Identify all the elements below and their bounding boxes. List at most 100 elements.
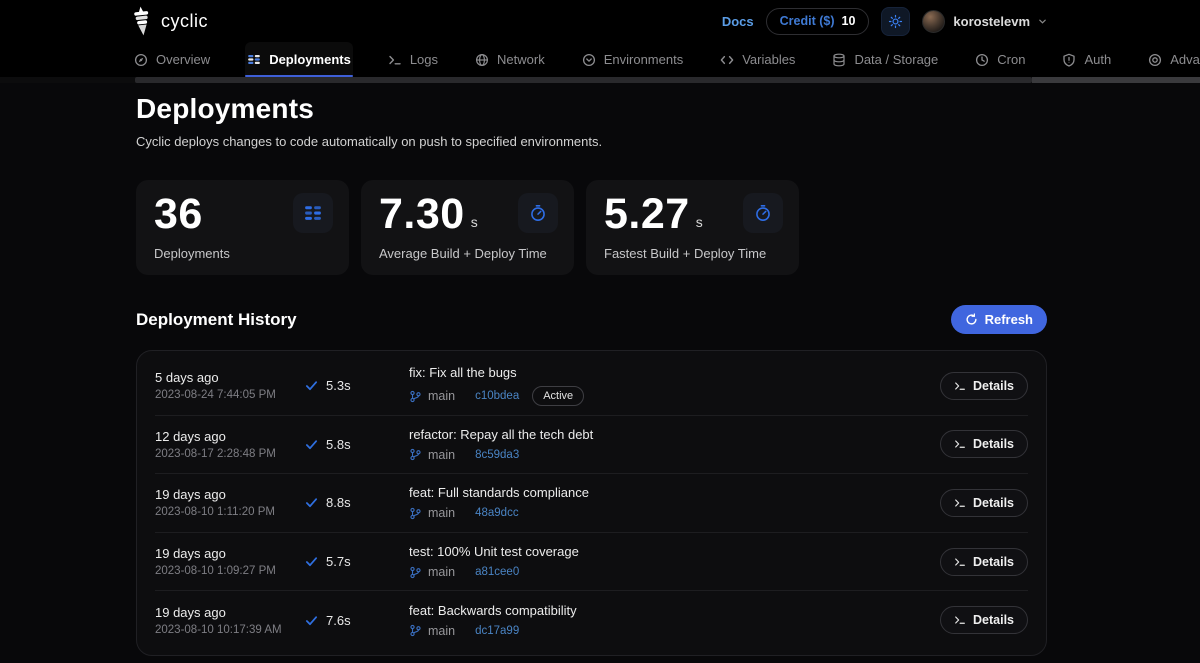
commit-meta: main 8c59da3 — [409, 448, 928, 462]
commit-meta: main 48a9dcc — [409, 506, 928, 520]
deployment-commit-cell: fix: Fix all the bugs main c10bdea Activ… — [409, 365, 928, 406]
details-button[interactable]: Details — [940, 489, 1028, 517]
commit-meta: main a81cee0 — [409, 565, 928, 579]
tab-environments[interactable]: Environments — [580, 42, 685, 77]
commit-meta: main dc17a99 — [409, 624, 928, 638]
refresh-button[interactable]: Refresh — [951, 305, 1047, 334]
nav-scrollbar-track[interactable] — [1032, 77, 1200, 83]
check-icon — [305, 614, 318, 627]
stat-unit: s — [471, 214, 478, 230]
deployment-duration-cell: 5.7s — [305, 554, 409, 569]
page-subtitle: Cyclic deploys changes to code automatic… — [136, 134, 1047, 149]
commit-hash-link[interactable]: c10bdea — [475, 390, 519, 402]
avatar — [922, 10, 945, 33]
history-title: Deployment History — [136, 310, 297, 330]
user-menu[interactable]: korostelevm — [922, 10, 1047, 33]
tab-logs[interactable]: Logs — [386, 42, 440, 77]
git-branch-icon — [409, 390, 422, 403]
commit-hash-link[interactable]: dc17a99 — [475, 625, 519, 637]
deployment-duration: 8.8s — [326, 495, 351, 510]
deployment-date: 19 days ago 2023-08-10 1:09:27 PM — [155, 546, 305, 577]
commit-hash-link[interactable]: 48a9dcc — [475, 507, 518, 519]
deployment-commit-cell: refactor: Repay all the tech debt main 8… — [409, 427, 928, 462]
stat-label: Average Build + Deploy Time — [379, 246, 556, 261]
page-title: Deployments — [136, 93, 1047, 125]
stat-icon-tile — [518, 193, 558, 233]
docs-link[interactable]: Docs — [722, 14, 754, 29]
stat-label: Fastest Build + Deploy Time — [604, 246, 781, 261]
commit-message: feat: Full standards compliance — [409, 485, 928, 500]
branch-name: main — [428, 389, 455, 403]
deployment-duration: 5.3s — [326, 378, 351, 393]
commit-meta: main c10bdea Active — [409, 386, 928, 406]
stat-icon — [529, 204, 547, 222]
deployment-timestamp: 2023-08-24 7:44:05 PM — [155, 389, 305, 401]
ice-cream-logo-icon — [130, 5, 153, 37]
branch-name: main — [428, 448, 455, 462]
nav-tab-icon — [134, 53, 148, 67]
stat-icon — [754, 204, 772, 222]
credit-pill[interactable]: Credit ($) 10 — [766, 8, 870, 35]
commit-message: feat: Backwards compatibility — [409, 603, 928, 618]
details-button[interactable]: Details — [940, 548, 1028, 576]
terminal-icon — [954, 614, 966, 626]
theme-toggle-button[interactable] — [881, 7, 910, 36]
deployment-commit-cell: feat: Backwards compatibility main dc17a… — [409, 603, 928, 638]
deployment-age: 19 days ago — [155, 546, 305, 561]
tab-variables[interactable]: Variables — [718, 42, 797, 77]
stat-cards: 36 Deployments 7.30 s Average Build + De… — [136, 180, 1047, 275]
tab-data-storage[interactable]: Data / Storage — [830, 42, 940, 77]
deployment-row-a81cee0: 19 days ago 2023-08-10 1:09:27 PM 5.7s t… — [155, 533, 1028, 592]
credit-label: Credit ($) — [780, 14, 835, 28]
nav-tab-label: Data / Storage — [854, 52, 938, 67]
deployment-duration: 5.7s — [326, 554, 351, 569]
chevron-down-icon — [1038, 17, 1047, 26]
nav-scrollbar-thumb[interactable] — [135, 77, 1032, 83]
main-content: Deployments Cyclic deploys changes to co… — [0, 93, 1047, 656]
commit-message: refactor: Repay all the tech debt — [409, 427, 928, 442]
check-icon — [305, 496, 318, 509]
deployment-duration: 5.8s — [326, 437, 351, 452]
commit-hash-link[interactable]: 8c59da3 — [475, 449, 519, 461]
terminal-icon — [954, 556, 966, 568]
stat-icon — [304, 204, 322, 222]
deployment-details-cell: Details — [940, 489, 1028, 517]
username: korostelevm — [953, 14, 1030, 29]
sun-icon — [888, 14, 903, 29]
deployment-details-cell: Details — [940, 372, 1028, 400]
stat-value: 36 — [154, 192, 203, 237]
deployment-duration: 7.6s — [326, 613, 351, 628]
stat-card-deployments: 36 Deployments — [136, 180, 349, 275]
deployment-duration-cell: 8.8s — [305, 495, 409, 510]
deployment-date: 19 days ago 2023-08-10 1:11:20 PM — [155, 487, 305, 518]
deployment-date: 19 days ago 2023-08-10 10:17:39 AM — [155, 605, 305, 636]
tab-cron[interactable]: Cron — [973, 42, 1027, 77]
tab-auth[interactable]: Auth — [1060, 42, 1113, 77]
deployment-date: 5 days ago 2023-08-24 7:44:05 PM — [155, 370, 305, 401]
details-button[interactable]: Details — [940, 430, 1028, 458]
details-button[interactable]: Details — [940, 606, 1028, 634]
refresh-icon — [965, 313, 978, 326]
details-label: Details — [973, 496, 1014, 510]
header-actions: Docs Credit ($) 10 korostelevm — [722, 7, 1047, 36]
deployment-duration-cell: 5.8s — [305, 437, 409, 452]
tab-advanced[interactable]: Advanced — [1146, 42, 1200, 77]
cyclic-logo[interactable]: cyclic — [132, 6, 208, 36]
details-button[interactable]: Details — [940, 372, 1028, 400]
branch-name: main — [428, 506, 455, 520]
tab-deployments[interactable]: Deployments — [245, 42, 353, 77]
history-header: Deployment History Refresh — [136, 305, 1047, 334]
branch-name: main — [428, 565, 455, 579]
tab-overview[interactable]: Overview — [132, 42, 212, 77]
deployment-timestamp: 2023-08-10 1:09:27 PM — [155, 565, 305, 577]
deployment-timestamp: 2023-08-10 1:11:20 PM — [155, 506, 305, 518]
tab-network[interactable]: Network — [473, 42, 547, 77]
nav-tab-icon — [247, 53, 261, 67]
deployment-date: 12 days ago 2023-08-17 2:28:48 PM — [155, 429, 305, 460]
nav-tab-label: Network — [497, 52, 545, 67]
stat-value: 5.27 — [604, 192, 690, 237]
commit-hash-link[interactable]: a81cee0 — [475, 566, 519, 578]
deployment-timestamp: 2023-08-10 10:17:39 AM — [155, 624, 305, 636]
deployment-duration-cell: 7.6s — [305, 613, 409, 628]
git-branch-icon — [409, 566, 422, 579]
